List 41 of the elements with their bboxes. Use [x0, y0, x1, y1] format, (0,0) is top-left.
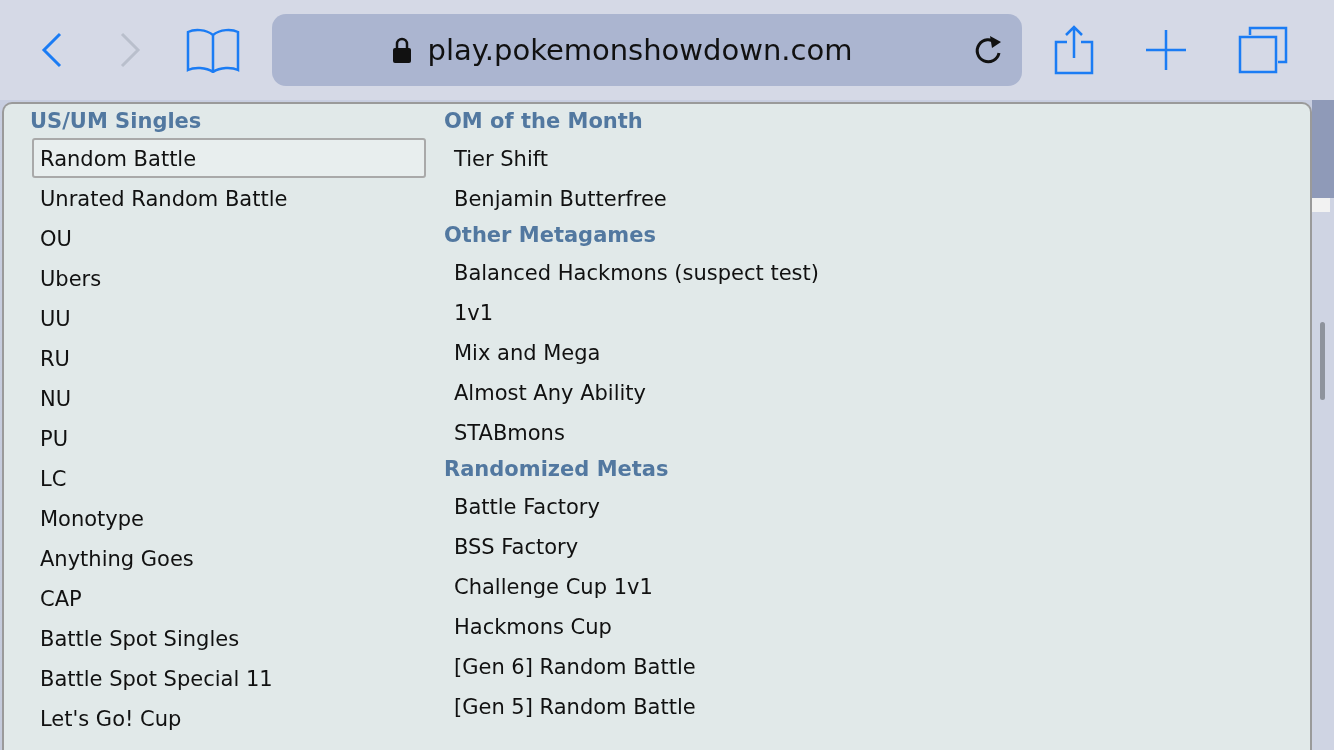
- format-option[interactable]: Battle Spot Singles: [32, 618, 426, 658]
- format-option[interactable]: Almost Any Ability: [446, 372, 821, 412]
- format-option[interactable]: NU: [32, 378, 426, 418]
- share-icon[interactable]: [1054, 25, 1094, 75]
- format-option[interactable]: Anything Goes: [32, 538, 426, 578]
- format-option[interactable]: Hackmons Cup: [446, 606, 821, 646]
- format-option[interactable]: Ubers: [32, 258, 426, 298]
- section-heading: US/UM Singles: [29, 108, 203, 135]
- format-option[interactable]: BSS Factory: [446, 526, 821, 566]
- format-option[interactable]: Random Battle: [32, 138, 426, 178]
- lock-icon: [391, 37, 412, 63]
- format-option[interactable]: Monotype: [32, 498, 426, 538]
- format-option[interactable]: Benjamin Butterfree: [446, 178, 821, 218]
- format-option[interactable]: STABmons: [446, 412, 821, 452]
- section-heading: OM of the Month: [443, 108, 644, 135]
- format-option[interactable]: Unrated Random Battle: [32, 178, 426, 218]
- format-option[interactable]: OU: [32, 218, 426, 258]
- format-option[interactable]: RU: [32, 338, 426, 378]
- format-option[interactable]: Mix and Mega: [446, 332, 821, 372]
- format-option[interactable]: 1v1: [446, 292, 821, 332]
- url-text: play.pokemonshowdown.com: [427, 33, 853, 67]
- format-option[interactable]: [Gen 5] Random Battle: [446, 686, 821, 726]
- scrollbar[interactable]: [1320, 322, 1325, 400]
- back-icon[interactable]: [40, 31, 64, 69]
- format-option[interactable]: Battle Factory: [446, 486, 821, 526]
- section-heading: Other Metagames: [443, 222, 657, 249]
- tabs-icon[interactable]: [1238, 26, 1288, 74]
- book-icon[interactable]: [186, 27, 240, 73]
- format-option[interactable]: LC: [32, 458, 426, 498]
- format-option[interactable]: UU: [32, 298, 426, 338]
- format-option[interactable]: Challenge Cup 1v1: [446, 566, 821, 606]
- plus-icon[interactable]: [1144, 28, 1188, 72]
- format-option[interactable]: PU: [32, 418, 426, 458]
- address-bar[interactable]: play.pokemonshowdown.com: [272, 14, 1022, 86]
- format-option[interactable]: CAP: [32, 578, 426, 618]
- format-option[interactable]: Let's Go! Cup: [32, 698, 426, 738]
- format-option[interactable]: Battle Spot Special 11: [32, 658, 426, 698]
- format-option[interactable]: Tier Shift: [446, 138, 821, 178]
- section-heading: Randomized Metas: [443, 456, 670, 483]
- format-option[interactable]: Balanced Hackmons (suspect test): [446, 252, 821, 292]
- format-option[interactable]: [Gen 6] Random Battle: [446, 646, 821, 686]
